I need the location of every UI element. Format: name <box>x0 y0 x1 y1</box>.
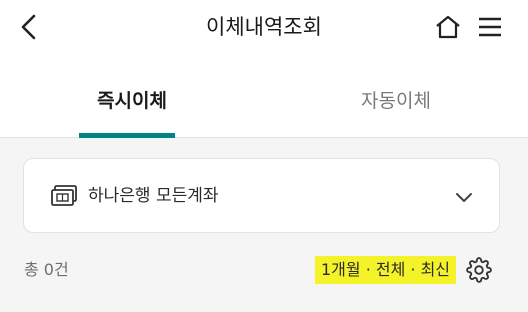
bank-passbook-icon <box>51 185 77 206</box>
home-button[interactable] <box>432 10 464 44</box>
total-count: 총 0건 <box>24 260 69 279</box>
filter-summary-text: 1개월 · 전체 · 최신 <box>315 256 457 284</box>
transfer-type-tabs: 즉시이체 자동이체 <box>0 58 528 138</box>
tab-auto-transfer-label: 자동이체 <box>361 90 431 112</box>
chevron-down-icon <box>456 193 472 202</box>
menu-button[interactable] <box>474 10 506 44</box>
app-header: 이체내역조회 <box>0 0 528 58</box>
filter-settings-button[interactable]: 1개월 · 전체 · 최신 <box>315 255 492 285</box>
transfer-history-content: 하나은행 모든계좌 총 0건 1개월 · 전체 · 최신 <box>0 138 528 312</box>
tab-instant-transfer-label: 즉시이체 <box>97 90 167 112</box>
account-select-label: 하나은행 모든계좌 <box>88 186 219 206</box>
account-select-dropdown[interactable]: 하나은행 모든계좌 <box>23 158 500 233</box>
home-icon <box>436 15 460 39</box>
tab-instant-transfer[interactable]: 즉시이체 <box>0 58 264 138</box>
gear-icon <box>466 257 492 283</box>
tab-auto-transfer[interactable]: 자동이체 <box>264 58 528 138</box>
hamburger-menu-icon <box>479 17 501 37</box>
